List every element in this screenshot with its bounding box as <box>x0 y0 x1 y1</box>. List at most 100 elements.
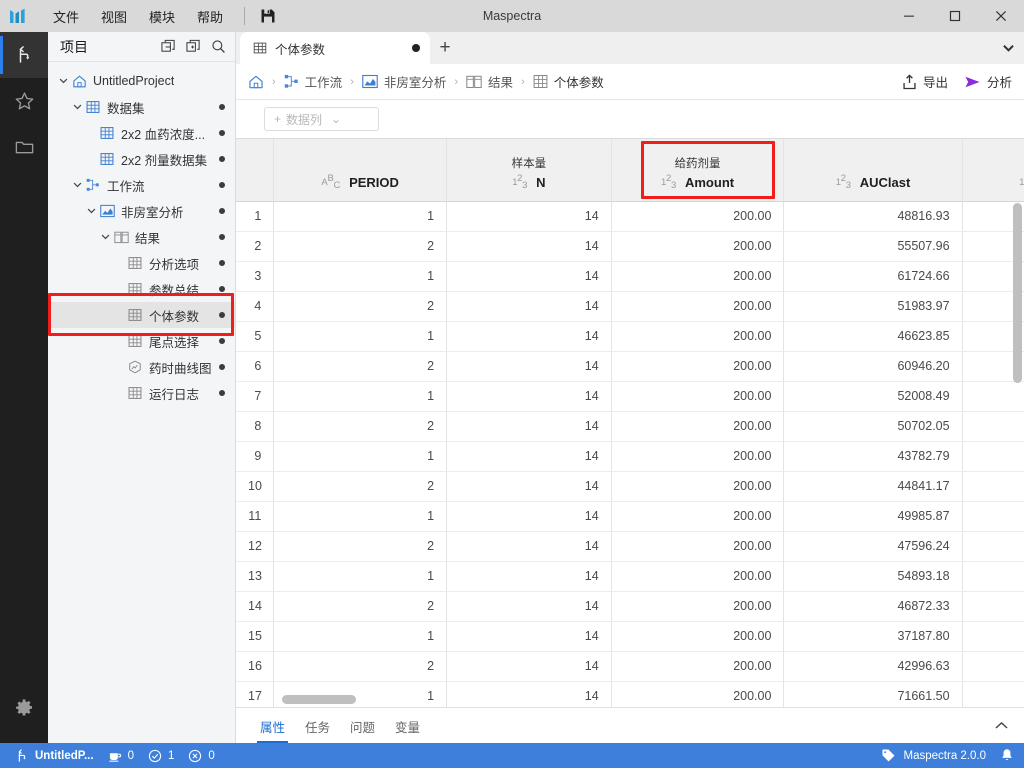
cell-AUClast_D[interactable]: 249.93 <box>962 501 1024 532</box>
rail-item-workflow[interactable] <box>0 32 48 78</box>
cell-N[interactable]: 14 <box>446 621 612 652</box>
menu-modules[interactable]: 模块 <box>138 3 186 30</box>
cell-AUClast[interactable]: 54893.18 <box>783 561 963 592</box>
cell-N[interactable]: 14 <box>446 381 612 412</box>
breadcrumb-item-home[interactable] <box>246 72 266 92</box>
table-row[interactable]: 5114200.0046623.85233.1246 <box>236 321 1024 352</box>
cell-N[interactable]: 14 <box>446 321 612 352</box>
status-running-count[interactable]: 0 <box>101 749 141 763</box>
cell-N[interactable]: 14 <box>446 471 612 502</box>
tree-item-0[interactable]: UntitledProject <box>48 68 235 94</box>
cell-AUClast[interactable]: 50702.05 <box>783 411 963 442</box>
breadcrumb-item-results[interactable]: 结果 <box>464 70 515 93</box>
cell-N[interactable]: 14 <box>446 291 612 322</box>
cell-AUClast[interactable]: 46623.85 <box>783 321 963 352</box>
menu-file[interactable]: 文件 <box>42 3 90 30</box>
cell-Amount[interactable]: 200.00 <box>611 681 785 707</box>
cell-Amount[interactable]: 200.00 <box>611 471 785 502</box>
bell-icon[interactable] <box>1000 748 1014 763</box>
menu-help[interactable]: 帮助 <box>186 3 234 30</box>
chevron-down-icon[interactable] <box>70 182 84 188</box>
cell-PERIOD[interactable]: 1 <box>273 201 448 232</box>
table-row[interactable]: 3114200.0061724.66308.6261 <box>236 261 1024 292</box>
dock-tab-problems[interactable]: 问题 <box>340 709 385 743</box>
column-header-PERIOD[interactable]: ABC PERIOD <box>273 139 448 202</box>
table-row[interactable]: 4214200.0051983.97259.9251 <box>236 291 1024 322</box>
cell-Amount[interactable]: 200.00 <box>611 351 785 382</box>
breadcrumb-item-individual-parameters[interactable]: 个体参数 <box>531 70 606 93</box>
cell-PERIOD[interactable]: 2 <box>273 291 448 322</box>
cell-N[interactable]: 14 <box>446 531 612 562</box>
cell-Amount[interactable]: 200.00 <box>611 321 785 352</box>
cell-Amount[interactable]: 200.00 <box>611 501 785 532</box>
menu-view[interactable]: 视图 <box>90 3 138 30</box>
rail-item-settings[interactable] <box>0 685 48 731</box>
save-icon[interactable] <box>255 4 281 28</box>
cell-AUClast_D[interactable]: 274.47 <box>962 561 1024 592</box>
cell-AUClast[interactable]: 49985.87 <box>783 501 963 532</box>
cell-PERIOD[interactable]: 1 <box>273 501 448 532</box>
table-row[interactable]: 7114200.0052008.49260.0452 <box>236 381 1024 412</box>
tree-item-7[interactable]: 分析选项 <box>48 250 235 276</box>
cell-AUClast[interactable]: 61724.66 <box>783 261 963 292</box>
tree-item-9[interactable]: 个体参数 <box>48 302 235 328</box>
dock-tab-properties[interactable]: 属性 <box>250 709 295 743</box>
cell-Amount[interactable]: 200.00 <box>611 531 785 562</box>
table-row[interactable]: 13114200.0054893.18274.4754 <box>236 561 1024 592</box>
cell-Amount[interactable]: 200.00 <box>611 291 785 322</box>
chevron-down-icon[interactable] <box>56 78 70 84</box>
expand-all-icon[interactable] <box>185 38 202 55</box>
cell-Amount[interactable]: 200.00 <box>611 591 785 622</box>
cell-PERIOD[interactable]: 1 <box>273 441 448 472</box>
data-grid-container[interactable]: ABC PERIOD 样本量 123 N 给药剂量 123 Amount 123 AUClast 1… <box>236 138 1024 707</box>
cell-AUClast[interactable]: 55507.96 <box>783 231 963 262</box>
cell-N[interactable]: 14 <box>446 441 612 472</box>
cell-N[interactable]: 14 <box>446 261 612 292</box>
cell-N[interactable]: 14 <box>446 201 612 232</box>
tree-item-11[interactable]: 药时曲线图 <box>48 354 235 380</box>
cell-Amount[interactable]: 200.00 <box>611 411 785 442</box>
tree-item-1[interactable]: 数据集 <box>48 94 235 120</box>
breadcrumb-item-nca[interactable]: 非房室分析 <box>360 70 449 93</box>
table-row[interactable]: 15114200.0037187.80185.9437 <box>236 621 1024 652</box>
cell-AUClast_D[interactable]: 224.21 <box>962 471 1024 502</box>
cell-Amount[interactable]: 200.00 <box>611 441 785 472</box>
cell-AUClast[interactable]: 71661.50 <box>783 681 963 707</box>
vertical-scrollbar[interactable] <box>1013 203 1022 383</box>
cell-Amount[interactable]: 200.00 <box>611 201 785 232</box>
cell-AUClast[interactable]: 37187.80 <box>783 621 963 652</box>
cell-Amount[interactable]: 200.00 <box>611 381 785 412</box>
cell-Amount[interactable]: 200.00 <box>611 561 785 592</box>
cell-Amount[interactable]: 200.00 <box>611 621 785 652</box>
cell-AUClast[interactable]: 52008.49 <box>783 381 963 412</box>
tree-item-12[interactable]: 运行日志 <box>48 380 235 406</box>
cell-AUClast_D[interactable]: 237.98 <box>962 531 1024 562</box>
column-header-Amount[interactable]: 给药剂量 123 Amount <box>611 139 785 202</box>
cell-PERIOD[interactable]: 2 <box>273 351 448 382</box>
cell-AUClast[interactable]: 46872.33 <box>783 591 963 622</box>
cell-N[interactable]: 14 <box>446 501 612 532</box>
column-header-AUClast_D[interactable]: 123AUClast_D <box>962 139 1024 202</box>
cell-PERIOD[interactable]: 2 <box>273 591 448 622</box>
cell-PERIOD[interactable]: 1 <box>273 261 448 292</box>
export-button[interactable]: 导出 <box>902 72 948 91</box>
cell-AUClast[interactable]: 44841.17 <box>783 471 963 502</box>
table-row[interactable]: 14214200.0046872.33234.3646 <box>236 591 1024 622</box>
dock-tab-variables[interactable]: 变量 <box>385 709 430 743</box>
cell-PERIOD[interactable]: 1 <box>273 561 448 592</box>
status-project[interactable]: UntitledP... <box>8 748 101 763</box>
analyze-button[interactable]: 分析 <box>964 72 1012 91</box>
cell-AUClast[interactable]: 51983.97 <box>783 291 963 322</box>
chevron-down-icon[interactable] <box>992 32 1024 64</box>
cell-AUClast[interactable]: 60946.20 <box>783 351 963 382</box>
cell-AUClast[interactable]: 43782.79 <box>783 441 963 472</box>
horizontal-scrollbar[interactable] <box>282 695 356 704</box>
chevron-down-icon[interactable] <box>70 104 84 110</box>
cell-N[interactable]: 14 <box>446 591 612 622</box>
cell-PERIOD[interactable]: 1 <box>273 381 448 412</box>
table-row[interactable]: 8214200.0050702.05253.5150 <box>236 411 1024 442</box>
cell-PERIOD[interactable]: 1 <box>273 621 448 652</box>
table-row[interactable]: 6214200.0060946.20304.7360 <box>236 351 1024 382</box>
tree-item-5[interactable]: 非房室分析 <box>48 198 235 224</box>
cell-PERIOD[interactable]: 2 <box>273 531 448 562</box>
